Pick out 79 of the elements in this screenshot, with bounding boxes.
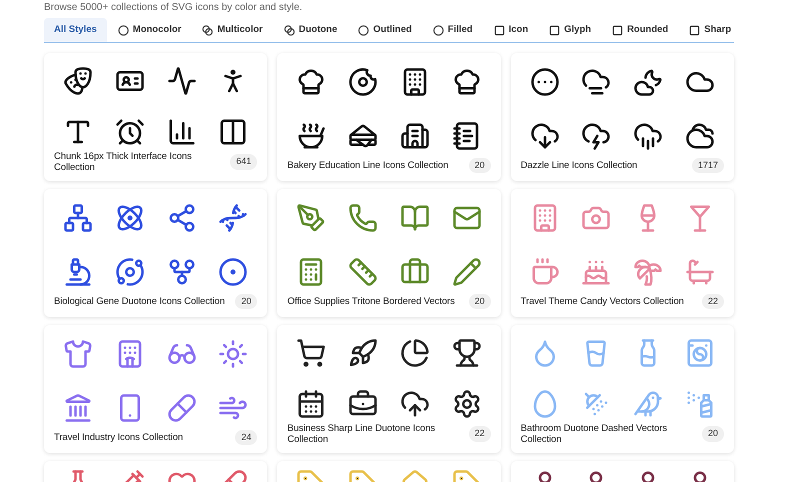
pen-icon	[296, 203, 326, 234]
calendar-icon	[296, 388, 326, 418]
icon-count: 22	[468, 426, 491, 442]
bowl-icon	[296, 121, 326, 152]
trophy-icon	[452, 338, 482, 368]
cloud-lightning-icon	[581, 121, 612, 152]
briefcase-icon	[348, 388, 378, 418]
columns-icon	[218, 116, 248, 146]
rocket-icon	[348, 338, 378, 368]
network-icon	[62, 203, 93, 234]
icon-count: 641	[230, 154, 258, 170]
buildings-icon	[400, 121, 430, 152]
shapes-icon	[432, 24, 444, 36]
pie-chart-icon	[400, 338, 430, 368]
pencil-icon	[452, 257, 482, 288]
collection-title: Chunk 16px Thick Interface Icons Collection	[54, 151, 193, 173]
coffee-icon	[530, 257, 560, 288]
icon-count: 1717	[692, 158, 724, 173]
cloud-upload-icon	[400, 388, 430, 418]
collection-title: Travel Theme Candy Vectors Collection	[520, 296, 684, 307]
collection-title: Biological Gene Duotone Icons Collection	[54, 296, 225, 307]
intro-text: Browse 5000+ collections of SVG icons by color and style.	[44, 2, 304, 14]
donut-icon	[348, 67, 378, 98]
icon-count: 20	[702, 426, 724, 442]
gear-icon	[452, 388, 482, 418]
collection-title: Travel Industry Icons Collection	[54, 432, 183, 443]
collection-card[interactable]: Business Sharp Line Duotone Icons Collection 22	[277, 325, 501, 453]
bank-icon	[62, 393, 93, 424]
collection-card[interactable]: Chunk 16px Thick Interface Icons Collection 641	[44, 53, 268, 181]
style-tab[interactable]: All Styles	[44, 18, 107, 42]
collection-card[interactable]: Travel Industry Icons Collection 24	[44, 325, 268, 453]
washing-machine-icon	[685, 338, 716, 368]
atom-icon	[114, 203, 145, 234]
branch-icon	[166, 257, 197, 288]
circle-icon	[530, 67, 560, 98]
square-icon	[689, 24, 700, 36]
collection-title: Bathroom Duotone Dashed Vectors Collection	[520, 423, 668, 445]
bar-chart-icon	[166, 116, 197, 146]
collection-card[interactable]: Bakery Education Line Icons Collection 20	[277, 53, 501, 181]
collection-title: Dazzle Line Icons Collection	[520, 160, 638, 171]
collection-card[interactable]: Office Supplies Tritone Bordered Vectors 20	[277, 189, 501, 317]
icon-count: 22	[702, 294, 724, 309]
collection-title: Office Supplies Tritone Bordered Vectors	[287, 296, 455, 307]
square-icon	[549, 24, 560, 36]
alarm-clock-icon	[114, 116, 145, 146]
icon-count: 20	[235, 294, 258, 309]
collection-title: Business Sharp Line Duotone Icons Collection	[287, 423, 436, 445]
collection-card[interactable]: Dazzle Line Icons Collection 1717	[510, 53, 734, 181]
shapes-icon	[118, 24, 129, 36]
microscope-icon	[62, 257, 93, 288]
chef-hat-icon	[296, 67, 326, 98]
palm-tree-icon	[633, 257, 664, 288]
phone-icon	[348, 203, 378, 234]
cloud-rain-icon	[633, 121, 664, 152]
collection-card[interactable]: Bathroom Duotone Dashed Vectors Collection 20	[510, 325, 734, 453]
shapes-icon	[284, 24, 295, 36]
cloud-fog-icon	[581, 67, 612, 98]
collection-card[interactable]: Biological Gene Duotone Icons Collection 20	[44, 189, 268, 317]
molecule-icon	[166, 203, 197, 234]
icon-count: 20	[468, 158, 491, 173]
outline-shapes-icon	[358, 24, 370, 36]
cloud-moon-icon	[633, 67, 664, 98]
shapes-icon	[202, 24, 214, 36]
orbit-icon	[114, 257, 145, 288]
book-icon	[400, 203, 430, 234]
spray-bottle-icon	[685, 388, 716, 418]
dot-icon	[218, 257, 248, 288]
collection-title: Bakery Education Line Icons Collection	[287, 160, 448, 171]
dna-icon	[218, 203, 248, 234]
pulse-icon	[166, 66, 197, 96]
clouds-icon	[685, 121, 716, 152]
cloud-download-icon	[530, 121, 560, 152]
bathtub-icon	[685, 257, 716, 288]
collection-card[interactable]: Travel Theme Candy Vectors Collection 22	[510, 189, 734, 317]
icon-count: 24	[235, 430, 258, 445]
icon-count: 20	[468, 294, 491, 309]
cart-icon	[296, 338, 326, 368]
ruler-icon	[348, 257, 378, 288]
chef-hat-icon	[452, 67, 482, 98]
